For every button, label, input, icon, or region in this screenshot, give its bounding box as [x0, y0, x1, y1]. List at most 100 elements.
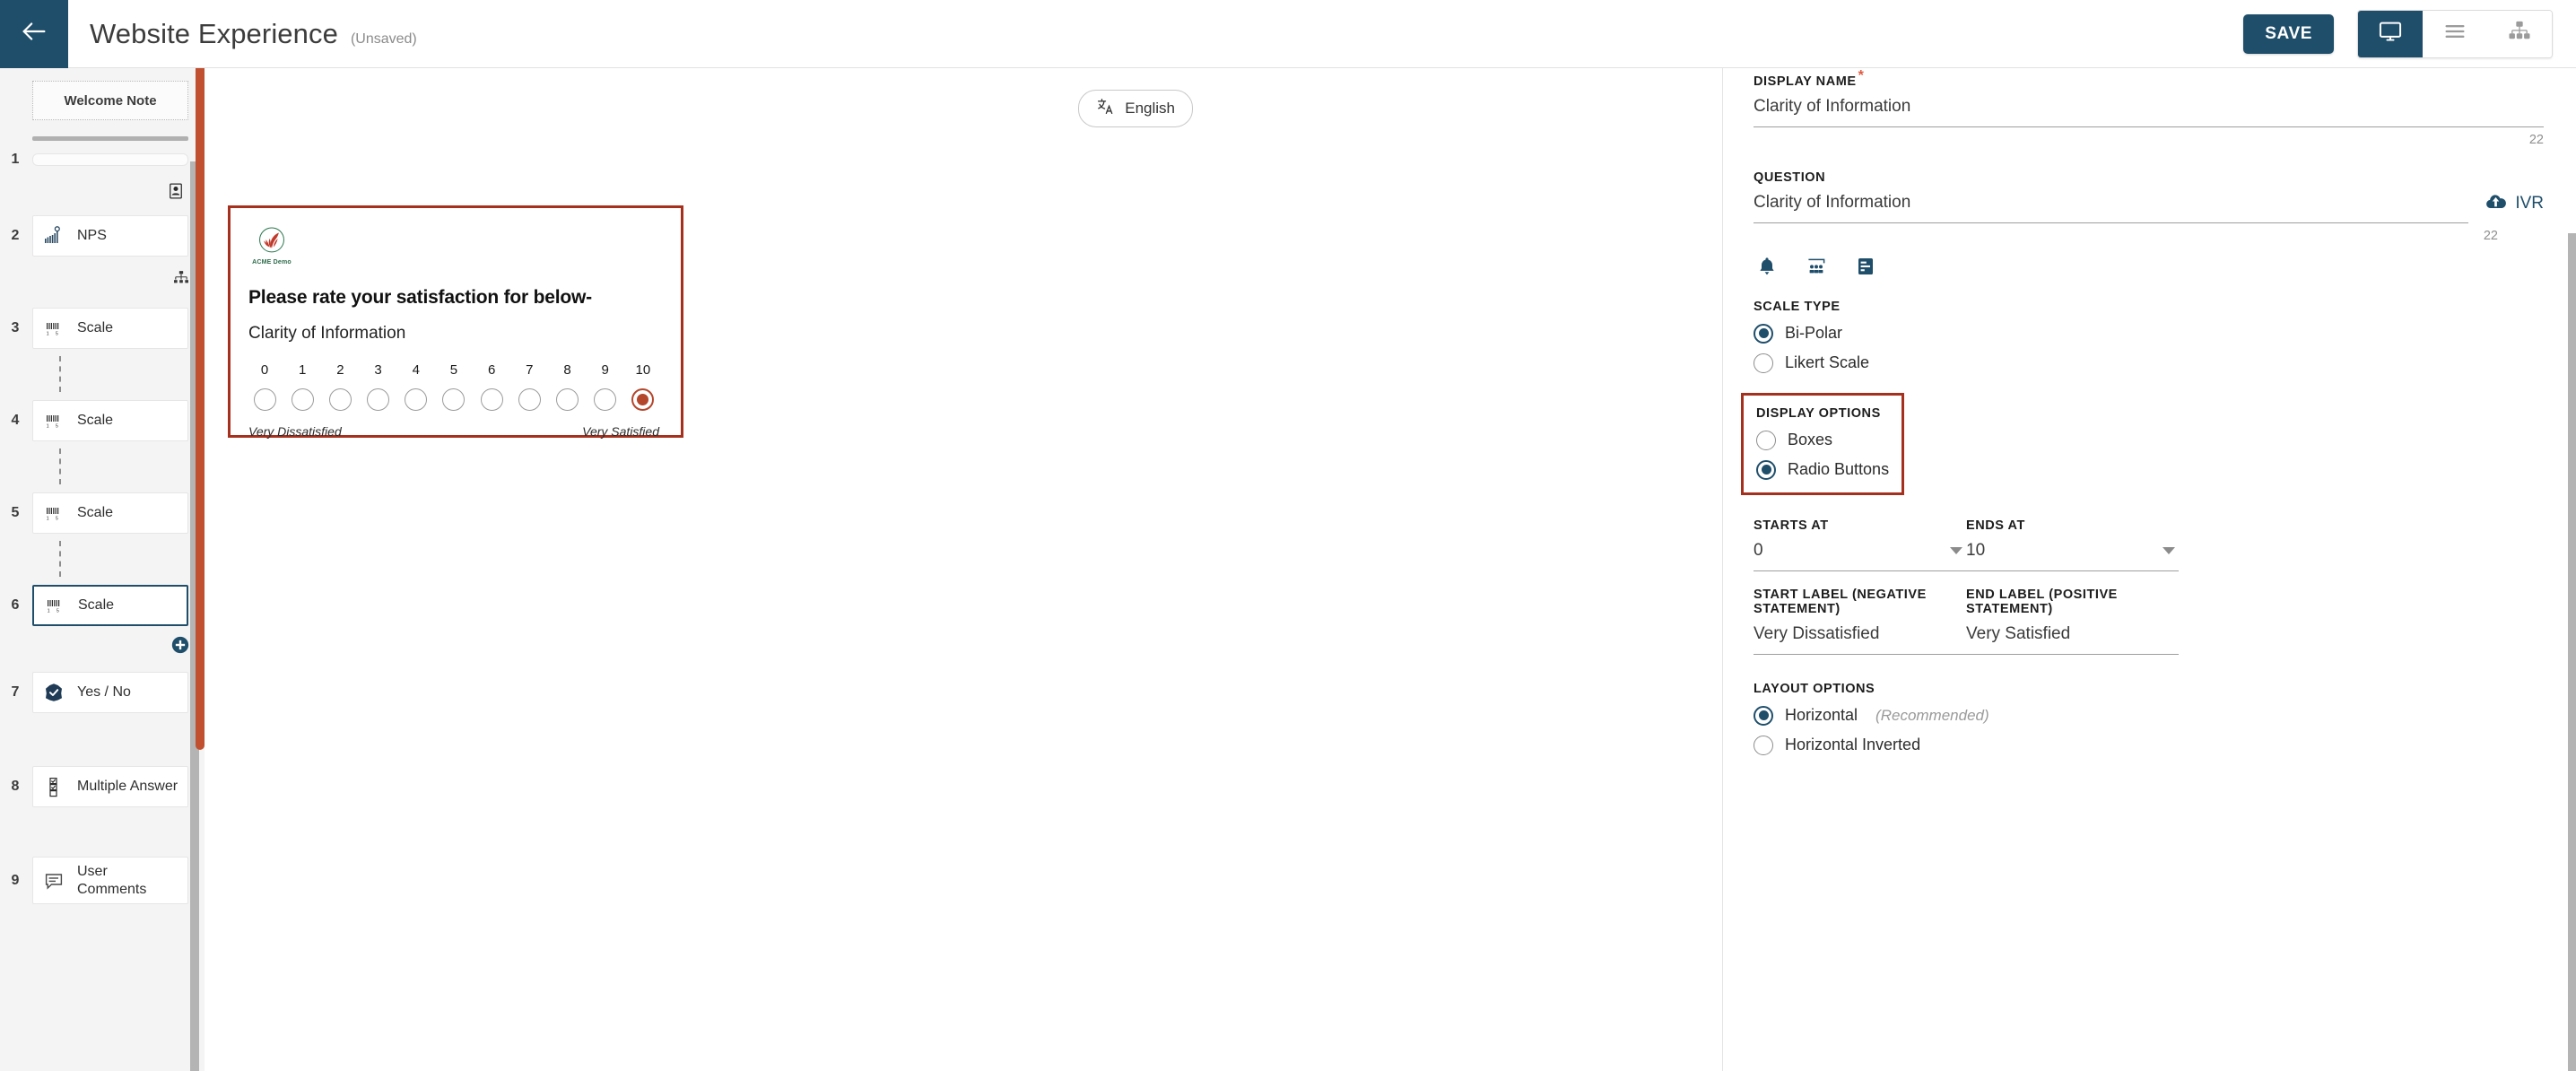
- start-label-input[interactable]: [1754, 615, 1966, 655]
- scale-option-label: 7: [526, 362, 534, 378]
- audience-icon[interactable]: [1803, 253, 1830, 280]
- list-item[interactable]: 7 Yes / No: [0, 664, 205, 720]
- scale-type-option-label: Likert Scale: [1785, 353, 1870, 372]
- scale-type-option-likert[interactable]: Likert Scale: [1754, 353, 2544, 373]
- row-spacer: [0, 720, 205, 758]
- svg-text:5: 5: [56, 423, 58, 429]
- layout-option-horizontal-inverted[interactable]: Horizontal Inverted: [1754, 735, 2544, 755]
- scale-option-radio[interactable]: [518, 388, 541, 411]
- scale-option[interactable]: 5: [438, 362, 470, 411]
- scale-option-radio[interactable]: [405, 388, 428, 411]
- question-card-scale-6-selected[interactable]: 1 5 Scale: [32, 584, 188, 626]
- row-spacer: [0, 814, 205, 852]
- question-toolbar: [1754, 253, 2544, 280]
- view-mode-flow[interactable]: [2487, 10, 2552, 57]
- scale-option-radio[interactable]: [367, 388, 390, 411]
- scale-option-label: 5: [449, 362, 458, 378]
- preview-prompt-sub: Clarity of Information: [248, 324, 406, 343]
- language-label: English: [1125, 100, 1175, 117]
- end-label-input[interactable]: [1966, 615, 2179, 655]
- branch-connector: [59, 448, 61, 484]
- contact-card-icon[interactable]: [167, 182, 185, 200]
- language-selector[interactable]: English: [1078, 90, 1193, 127]
- scale-option-radio-selected[interactable]: [631, 388, 655, 411]
- starts-at-label: STARTS AT: [1754, 518, 1829, 533]
- scale-option[interactable]: 6: [475, 362, 508, 411]
- list-item[interactable]: 2 NPS: [0, 207, 205, 264]
- layout-option-note: (Recommended): [1875, 706, 1989, 724]
- question-settings-panel: DISPLAY NAME* 22 QUESTION IVR: [1722, 68, 2576, 1071]
- sidebar-drag-handle[interactable]: [32, 136, 188, 141]
- question-card-user-comments[interactable]: User Comments: [32, 856, 188, 905]
- question-card-scale-4[interactable]: 1 5 Scale: [32, 399, 188, 441]
- scale-option[interactable]: 2: [324, 362, 356, 411]
- question-card-yes-no[interactable]: Yes / No: [32, 671, 188, 713]
- question-card-scale-3[interactable]: 1 5 Scale: [32, 307, 188, 349]
- scale-option[interactable]: 7: [513, 362, 545, 411]
- display-option-boxes[interactable]: Boxes: [1756, 430, 1889, 450]
- back-button[interactable]: [0, 0, 68, 68]
- layout-option-horizontal[interactable]: Horizontal (Recommended): [1754, 705, 2544, 726]
- scale-type-option-label: Bi-Polar: [1785, 324, 1843, 343]
- scale-option-radio[interactable]: [556, 388, 579, 411]
- view-mode-list[interactable]: [2423, 10, 2487, 57]
- scale-option[interactable]: 3: [362, 362, 395, 411]
- scale-option-radio[interactable]: [594, 388, 617, 411]
- svg-text:1: 1: [48, 608, 50, 614]
- list-item[interactable]: 8 Multiple Answer: [0, 758, 205, 814]
- scale-option-radio[interactable]: [291, 388, 314, 411]
- preview-anchor-labels: Very Dissatisfied Very Satisfied: [248, 424, 663, 439]
- scale-option-radio[interactable]: [442, 388, 466, 411]
- question-input[interactable]: [1754, 184, 2469, 223]
- scale-option[interactable]: 1: [286, 362, 318, 411]
- scale-option[interactable]: 8: [552, 362, 584, 411]
- list-item[interactable]: 9 User Comments: [0, 852, 205, 909]
- display-name-label-text: DISPLAY NAME: [1754, 74, 1857, 89]
- ends-at-select[interactable]: 10: [1966, 533, 2179, 571]
- scale-option-radio[interactable]: [480, 388, 503, 411]
- view-mode-desktop[interactable]: [2358, 10, 2423, 57]
- form-layout-icon[interactable]: [1852, 253, 1879, 280]
- save-button[interactable]: SAVE: [2243, 13, 2334, 54]
- display-name-input[interactable]: [1754, 88, 2544, 127]
- scale-option-radio[interactable]: [328, 388, 352, 411]
- sitemap-icon: [2507, 19, 2532, 48]
- question-card-multiple-answer[interactable]: Multiple Answer: [32, 765, 188, 807]
- scale-option[interactable]: 0: [248, 362, 281, 411]
- ivr-upload-button[interactable]: IVR: [2485, 190, 2544, 218]
- scale-type-option-bipolar[interactable]: Bi-Polar: [1754, 323, 2544, 344]
- hamburger-icon: [2442, 19, 2467, 48]
- question-card-label: User Comments: [77, 863, 147, 897]
- scale-option-label: 8: [563, 362, 571, 378]
- branching-icon[interactable]: [172, 269, 190, 287]
- svg-text:1: 1: [47, 423, 49, 429]
- scale-option[interactable]: 4: [400, 362, 432, 411]
- display-option-radio-buttons[interactable]: Radio Buttons: [1756, 459, 1889, 480]
- anchor-right-label: Very Satisfied: [582, 424, 659, 439]
- question-index: 6: [11, 596, 20, 613]
- list-item[interactable]: 1: [0, 144, 205, 175]
- starts-at-select[interactable]: 0: [1754, 533, 1966, 571]
- question-card-scale-5[interactable]: 1 5 Scale: [32, 492, 188, 534]
- brand-name: ACME Demo: [252, 259, 292, 266]
- list-item[interactable]: 4 1 5 Scale: [0, 392, 205, 448]
- scale-option-radio[interactable]: [253, 388, 276, 411]
- scale-option-selected[interactable]: 10: [627, 362, 659, 411]
- add-circle-icon[interactable]: [170, 635, 190, 655]
- list-item[interactable]: 6 1 5 Scale: [0, 577, 205, 633]
- radio-selected-icon: [1756, 459, 1776, 480]
- svg-text:5: 5: [57, 608, 59, 614]
- scale-option-label: 9: [601, 362, 609, 378]
- bell-icon[interactable]: [1754, 253, 1780, 280]
- list-item[interactable]: 5 1 5 Scale: [0, 484, 205, 541]
- question-index: 7: [11, 684, 20, 700]
- question-card-nps[interactable]: NPS: [32, 214, 188, 257]
- question-card-stub[interactable]: [32, 153, 188, 166]
- list-item[interactable]: 3 1 5 Scale: [0, 300, 205, 356]
- scale-option[interactable]: 9: [589, 362, 622, 411]
- top-bar-actions: SAVE: [2243, 9, 2576, 58]
- welcome-note-card[interactable]: Welcome Note: [32, 81, 188, 120]
- radio-unselected-icon: [1754, 353, 1773, 373]
- sidebar-scroll-thumb[interactable]: [196, 41, 205, 750]
- cloud-upload-icon: [2485, 190, 2507, 218]
